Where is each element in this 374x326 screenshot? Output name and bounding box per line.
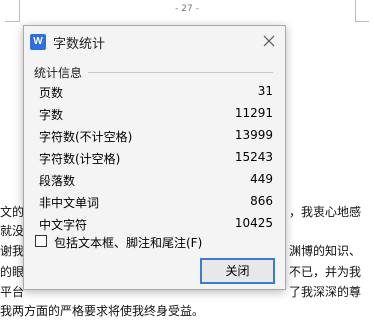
document-text-line: 我两方面的严格要求将使我终身受益。 [0, 304, 205, 318]
crop-mark [355, 0, 356, 22]
stats-list: 页数 31 字数 11291 字符数(不计空格) 13999 字符数(计空格) … [39, 81, 273, 235]
stat-row-non-chinese-words: 非中文单词 866 [39, 191, 273, 213]
stat-value: 31 [257, 84, 273, 98]
crop-mark [355, 21, 369, 22]
document-text-line: 文的 [0, 205, 25, 219]
crop-mark [19, 0, 20, 22]
stat-value: 15243 [234, 150, 273, 164]
stat-label: 非中文单词 [39, 196, 100, 210]
stat-value: 11291 [234, 106, 273, 120]
stat-value: 13999 [234, 128, 273, 142]
document-text-line: 的眼 [0, 265, 25, 279]
checkbox[interactable] [35, 235, 47, 247]
close-button[interactable]: 关闭 [200, 258, 275, 284]
group-title: 统计信息 [34, 66, 83, 80]
close-icon[interactable] [260, 32, 278, 50]
stat-value: 866 [250, 194, 273, 208]
stat-row-chars-no-spaces: 字符数(不计空格) 13999 [39, 125, 273, 147]
document-text-line: 平台 [0, 285, 25, 299]
wps-writer-icon: W [30, 34, 46, 50]
stat-value: 449 [250, 172, 273, 186]
stat-label: 字符数(不计空格) [39, 130, 133, 144]
stat-label: 字数 [39, 108, 64, 122]
checkbox-label[interactable]: 包括文本框、脚注和尾注(F) [54, 234, 202, 251]
stat-value: 10425 [234, 216, 273, 230]
stat-label: 字符数(计空格) [39, 152, 121, 166]
stat-label: 段落数 [39, 174, 76, 188]
document-text-line: 就没 [0, 224, 25, 238]
dialog-title: 字数统计 [53, 37, 106, 52]
document-text-line: 了我深深的尊 [289, 285, 362, 299]
group-divider [88, 72, 273, 73]
page-number: - 27 - [175, 4, 199, 14]
stat-row-chars-with-spaces: 字符数(计空格) 15243 [39, 147, 273, 169]
stat-row-chinese-chars: 中文字符 10425 [39, 213, 273, 235]
stat-label: 中文字符 [39, 218, 88, 232]
document-text-line: 渊博的知识、 [289, 244, 362, 258]
word-count-dialog: W 字数统计 统计信息 页数 31 字数 11291 字符数(不计空格) 139… [23, 25, 286, 290]
document-text-line: 不已，并为我 [289, 265, 362, 279]
dialog-titlebar[interactable]: W 字数统计 [24, 26, 285, 56]
stat-row-words: 字数 11291 [39, 103, 273, 125]
stat-label: 页数 [39, 86, 64, 100]
document-text-line: ，我衷心地感 [289, 205, 362, 219]
stat-row-pages: 页数 31 [39, 81, 273, 103]
crop-mark [5, 21, 19, 22]
stat-row-paragraphs: 段落数 449 [39, 169, 273, 191]
